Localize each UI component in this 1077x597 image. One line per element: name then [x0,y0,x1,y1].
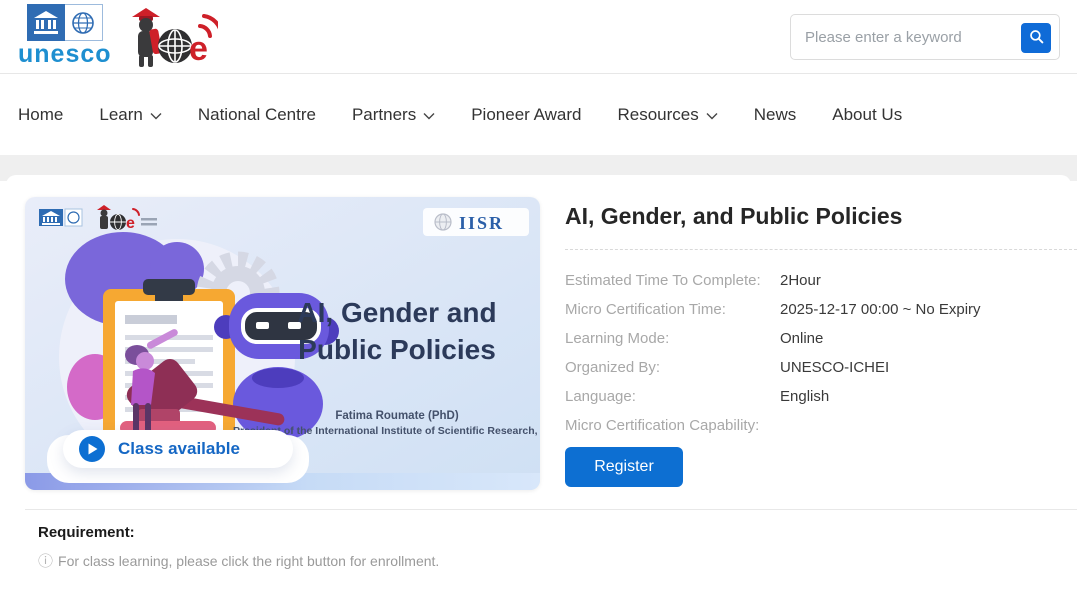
detail-label: Organized By: [565,359,780,376]
detail-value: Online [780,330,823,347]
iisr-badge-text: IISR [459,213,504,233]
detail-value: 2025-12-17 00:00 ~ No Expiry [780,301,981,318]
dashed-divider [565,249,1077,250]
detail-value: UNESCO-ICHEI [780,359,889,376]
search-icon [1029,29,1044,47]
site-logo[interactable]: unesco [18,4,218,73]
ichei-globe-icon [65,4,103,41]
nav-item-partners[interactable]: Partners [352,105,435,125]
nav-item-national-centre[interactable]: National Centre [198,105,316,125]
unesco-temple-icon [27,4,65,41]
detail-value: English [780,388,829,405]
nav-item-about-us[interactable]: About Us [832,105,902,125]
main-nav: Home Learn National Centre Partners Pion… [0,75,1077,155]
nav-label: Resources [617,105,698,125]
detail-row-estimated-time: Estimated Time To Complete: 2Hour [565,266,1057,295]
detail-row-certification-time: Micro Certification Time: 2025-12-17 00:… [565,295,1057,324]
detail-label: Learning Mode: [565,330,780,347]
chevron-down-icon [150,105,162,125]
detail-label: Estimated Time To Complete: [565,272,780,289]
nav-item-home[interactable]: Home [18,105,63,125]
card-title-line1: AI, Gender and [297,297,496,328]
unesco-wordmark: unesco [18,41,112,67]
unesco-logo: unesco [18,4,112,67]
detail-label: Micro Certification Capability: [565,417,780,434]
detail-label: Micro Certification Time: [565,301,780,318]
requirement-note: ⓘ For class learning, please click the r… [38,553,439,569]
nav-item-learn[interactable]: Learn [99,105,161,125]
search-button[interactable] [1021,23,1051,53]
requirement-heading: Requirement: [38,524,135,541]
nav-label: About Us [832,105,902,125]
page-title: AI, Gender, and Public Policies [565,203,902,230]
detail-value: 2Hour [780,272,821,289]
iioe-mascot-icon: e [126,6,218,73]
svg-text:e: e [126,215,135,232]
card-author: Fatima Roumate (PhD) [335,410,458,422]
detail-row-organized-by: Organized By: UNESCO-ICHEI [565,353,1057,382]
svg-text:e: e [189,30,208,68]
iisr-badge: IISR [423,208,529,236]
nav-label: Home [18,105,63,125]
status-label: Class available [118,439,240,459]
search-box [790,14,1060,60]
nav-item-news[interactable]: News [754,105,797,125]
nav-item-resources[interactable]: Resources [617,105,717,125]
play-icon [79,436,105,462]
detail-row-certification-capability: Micro Certification Capability: [565,411,1057,440]
class-available-pill[interactable]: Class available [63,430,293,468]
section-divider [25,509,1077,510]
nav-label: News [754,105,797,125]
detail-row-learning-mode: Learning Mode: Online [565,324,1057,353]
requirement-note-text: For class learning, please click the rig… [58,553,439,569]
chevron-down-icon [706,105,718,125]
unesco-logo-squares [27,4,103,41]
detail-label: Language: [565,388,780,405]
nav-item-pioneer-award[interactable]: Pioneer Award [471,105,581,125]
info-icon: ⓘ [38,554,53,569]
page: unesco [0,0,1077,597]
site-header: unesco [0,0,1077,74]
course-cover-card[interactable]: e IISR AI, Gender and Public Policies Fa… [25,197,540,490]
detail-row-language: Language: English [565,382,1057,411]
card-title-line2: Public Policies [298,334,496,365]
nav-label: Pioneer Award [471,105,581,125]
register-button[interactable]: Register [565,447,683,487]
nav-label: Partners [352,105,416,125]
course-details: Estimated Time To Complete: 2Hour Micro … [565,266,1057,440]
nav-label: Learn [99,105,142,125]
nav-label: National Centre [198,105,316,125]
search-input[interactable] [791,15,1016,59]
chevron-down-icon [423,105,435,125]
